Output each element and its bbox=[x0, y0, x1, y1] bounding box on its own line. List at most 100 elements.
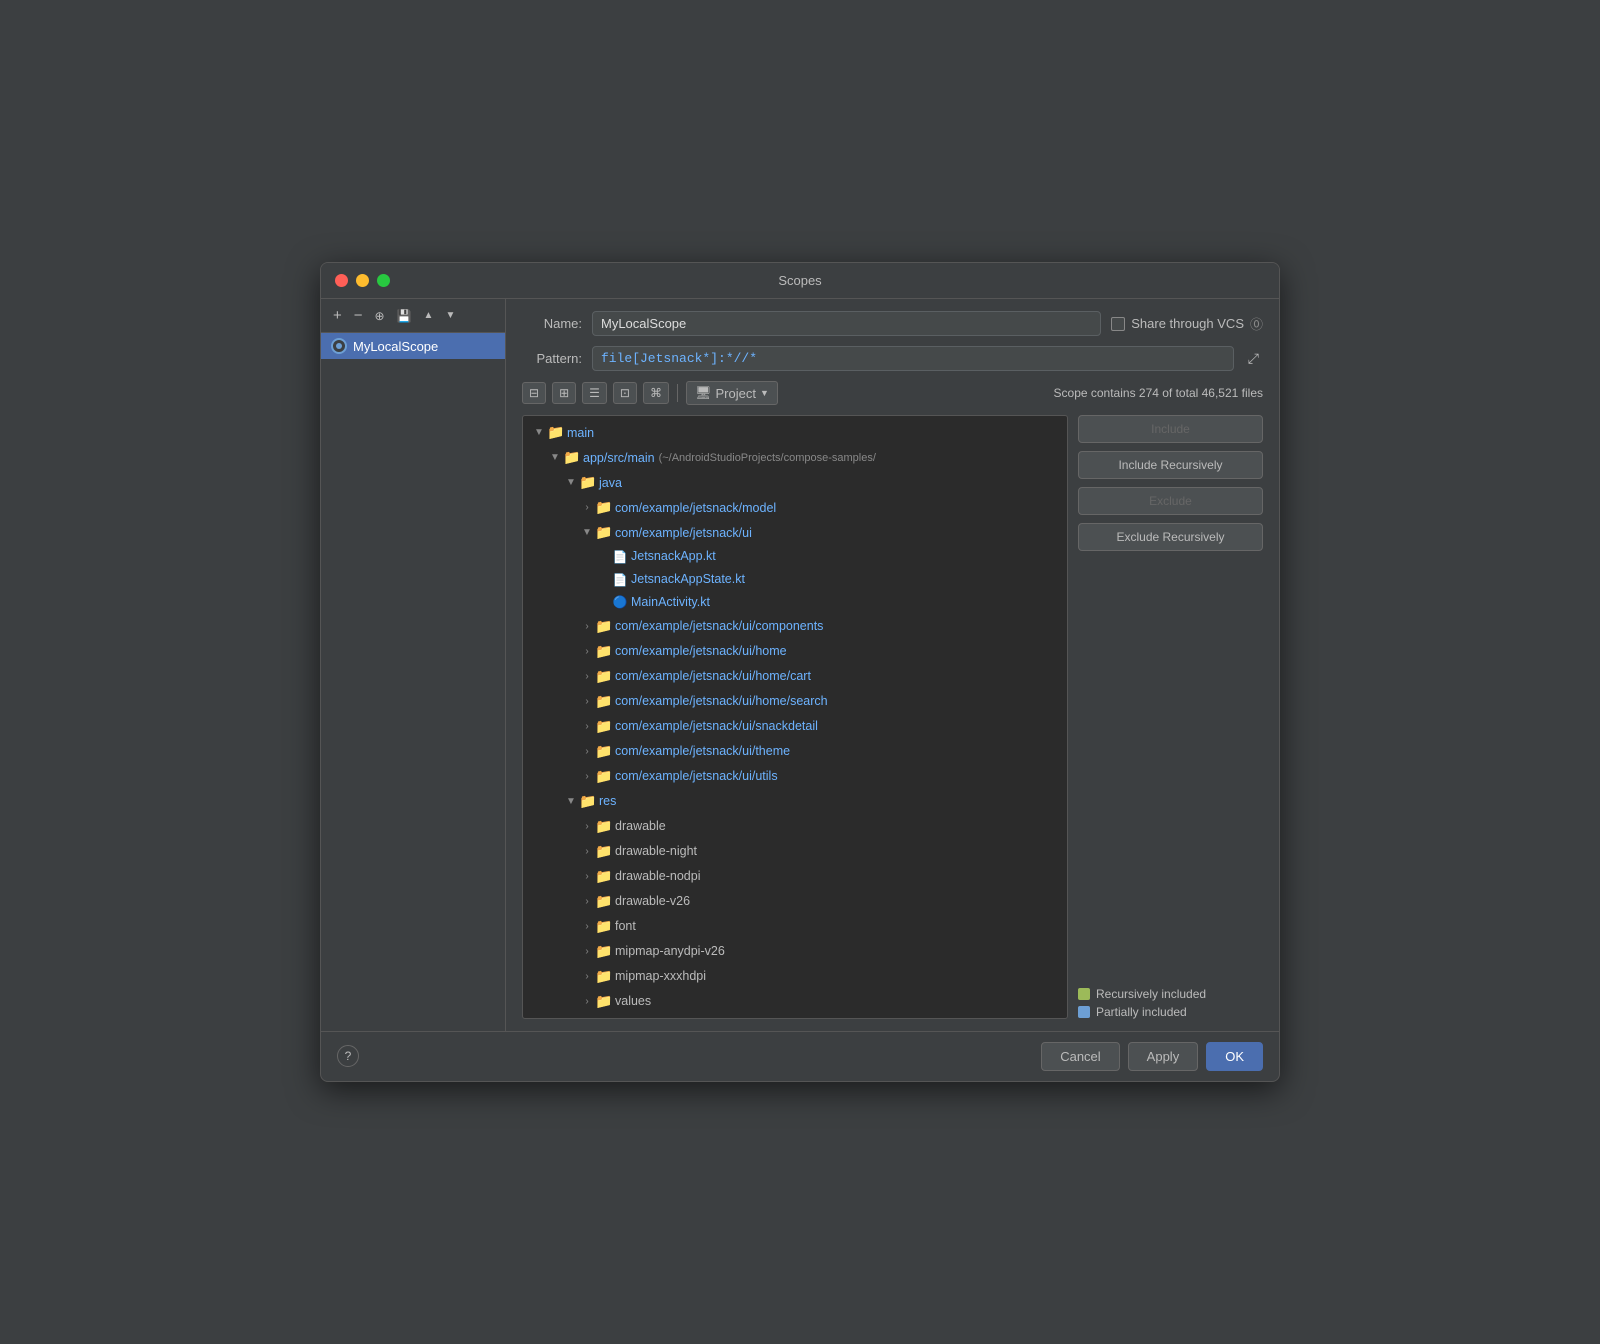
tree-item-label: drawable-night bbox=[615, 842, 697, 861]
tree-row[interactable]: ▼ 📁 res bbox=[523, 789, 1067, 814]
add-icon: + bbox=[333, 307, 342, 324]
file-activity-icon: 🔵 bbox=[611, 593, 629, 611]
dialog-body: + − ⊕ 💾 ▲ ▼ bbox=[321, 299, 1279, 1030]
tree-row[interactable]: › 📁 font bbox=[523, 914, 1067, 939]
minimize-button[interactable] bbox=[356, 274, 369, 287]
folder-icon: 📁 bbox=[595, 941, 613, 962]
name-label: Name: bbox=[522, 316, 582, 331]
help-icon[interactable]: ⓪ bbox=[1250, 314, 1263, 333]
tree-row[interactable]: ▼ 📁 main bbox=[523, 420, 1067, 445]
name-input[interactable] bbox=[592, 311, 1101, 336]
tree-row[interactable]: › 📁 com/example/jetsnack/ui/home bbox=[523, 639, 1067, 664]
expand-arrow-icon: › bbox=[579, 769, 595, 784]
exclude-recursively-button[interactable]: Exclude Recursively bbox=[1078, 523, 1263, 551]
file-kotlin-icon: 📄 bbox=[611, 571, 629, 589]
tree-row[interactable]: › 📁 drawable-nodpi bbox=[523, 864, 1067, 889]
expand-pattern-button[interactable]: ⤢ bbox=[1244, 348, 1263, 369]
tree-row[interactable]: › 📁 mipmap-anydpi-v26 bbox=[523, 939, 1067, 964]
legend-recursively-included-label: Recursively included bbox=[1096, 987, 1206, 1001]
folder-icon: 📁 bbox=[595, 991, 613, 1012]
help-button[interactable]: ? bbox=[337, 1045, 359, 1067]
tree-row[interactable]: 📄 JetsnackAppState.kt bbox=[523, 568, 1067, 591]
close-button[interactable] bbox=[335, 274, 348, 287]
show-files-button[interactable]: ⊡ bbox=[613, 382, 637, 404]
copy-scope-button[interactable]: ⊕ bbox=[371, 307, 389, 325]
folder-icon: 📁 bbox=[595, 766, 613, 787]
folder-icon: 📁 bbox=[595, 497, 613, 518]
cancel-button[interactable]: Cancel bbox=[1041, 1042, 1119, 1071]
include-recursively-button[interactable]: Include Recursively bbox=[1078, 451, 1263, 479]
tree-actions-row: ▼ 📁 main ▼ 📁 app/src/main (~/AndroidStud… bbox=[522, 415, 1263, 1018]
main-content: Name: Share through VCS ⓪ Pattern: ⤢ ⊟ bbox=[506, 299, 1279, 1030]
flatten-button[interactable]: ☰ bbox=[582, 382, 607, 404]
collapse-all-icon: ⊟ bbox=[529, 386, 539, 400]
exclude-button[interactable]: Exclude bbox=[1078, 487, 1263, 515]
project-label: Project bbox=[715, 386, 755, 401]
folder-icon: 📁 bbox=[595, 841, 613, 862]
add-scope-button[interactable]: + bbox=[329, 305, 346, 326]
tree-row[interactable]: › 📁 com/example/jetsnack/ui/snackdetail bbox=[523, 714, 1067, 739]
tree-row[interactable]: › 📁 com/example/jetsnack/ui/home/search bbox=[523, 689, 1067, 714]
tree-row[interactable]: › 📁 drawable-v26 bbox=[523, 889, 1067, 914]
traffic-lights bbox=[335, 274, 390, 287]
tree-row[interactable]: ▼ 📁 app/src/main (~/AndroidStudioProject… bbox=[523, 445, 1067, 470]
sidebar: + − ⊕ 💾 ▲ ▼ bbox=[321, 299, 506, 1030]
move-down-button[interactable]: ▼ bbox=[441, 308, 459, 323]
tree-item-label: drawable-nodpi bbox=[615, 867, 700, 886]
file-tree[interactable]: ▼ 📁 main ▼ 📁 app/src/main (~/AndroidStud… bbox=[522, 415, 1068, 1018]
tree-row[interactable]: › 📁 com/example/jetsnack/ui/utils bbox=[523, 764, 1067, 789]
sidebar-item-myscope[interactable]: MyLocalScope bbox=[321, 333, 505, 359]
tree-row[interactable]: 📄 JetsnackApp.kt bbox=[523, 545, 1067, 568]
save-scope-button[interactable]: 💾 bbox=[393, 307, 416, 325]
tree-row[interactable]: ▼ 📁 com/example/jetsnack/ui bbox=[523, 520, 1067, 545]
tree-item-label: mipmap-xxxhdpi bbox=[615, 967, 706, 986]
save-icon: 💾 bbox=[397, 309, 412, 323]
copy-icon: ⊕ bbox=[375, 309, 385, 323]
sidebar-toolbar: + − ⊕ 💾 ▲ ▼ bbox=[321, 299, 505, 333]
expand-arrow-icon: › bbox=[579, 719, 595, 734]
expand-arrow-icon: › bbox=[579, 819, 595, 834]
tree-toolbar: ⊟ ⊞ ☰ ⊡ ⌘ 🖥 Project ▼ bbox=[522, 381, 1263, 405]
maximize-button[interactable] bbox=[377, 274, 390, 287]
tree-row[interactable]: › 📁 values bbox=[523, 989, 1067, 1014]
tree-row[interactable]: › 📁 com/example/jetsnack/ui/components bbox=[523, 614, 1067, 639]
tree-item-label: com/example/jetsnack/ui/home/cart bbox=[615, 667, 811, 686]
tree-row[interactable]: 🔵 MainActivity.kt bbox=[523, 591, 1067, 614]
tree-item-label: drawable-v26 bbox=[615, 892, 690, 911]
tree-item-label: com/example/jetsnack/ui/components bbox=[615, 617, 823, 636]
filter-button[interactable]: ⌘ bbox=[643, 382, 669, 404]
tree-row[interactable]: › 📁 com/example/jetsnack/ui/home/cart bbox=[523, 664, 1067, 689]
project-dropdown[interactable]: 🖥 Project ▼ bbox=[686, 381, 778, 405]
expand-arrow-icon: › bbox=[579, 869, 595, 884]
files-icon: ⊡ bbox=[620, 386, 630, 400]
tree-item-path: (~/AndroidStudioProjects/compose-samples… bbox=[659, 450, 876, 467]
tree-row[interactable]: ▼ 📁 java bbox=[523, 470, 1067, 495]
tree-row[interactable]: › 📁 com/example/jetsnack/model bbox=[523, 495, 1067, 520]
folder-icon: 📁 bbox=[563, 447, 581, 468]
expand-all-icon: ⊞ bbox=[559, 386, 569, 400]
tree-row[interactable]: › 📁 drawable bbox=[523, 814, 1067, 839]
filter-icon: ⌘ bbox=[650, 386, 662, 400]
expand-arrow-icon: › bbox=[579, 619, 595, 634]
move-up-button[interactable]: ▲ bbox=[420, 308, 438, 323]
tree-row[interactable]: › 📁 drawable-night bbox=[523, 839, 1067, 864]
remove-scope-button[interactable]: − bbox=[350, 305, 367, 326]
share-vcs-checkbox[interactable] bbox=[1111, 317, 1125, 331]
dropdown-arrow-icon: ▼ bbox=[760, 388, 769, 398]
scope-label: MyLocalScope bbox=[353, 339, 438, 354]
file-kotlin-icon: 📄 bbox=[611, 548, 629, 566]
tree-item-label: drawable bbox=[615, 817, 666, 836]
folder-icon: 📁 bbox=[595, 741, 613, 762]
ok-button[interactable]: OK bbox=[1206, 1042, 1263, 1071]
pattern-input[interactable] bbox=[592, 346, 1234, 371]
expand-all-button[interactable]: ⊞ bbox=[552, 382, 576, 404]
tree-row[interactable]: › 📁 mipmap-xxxhdpi bbox=[523, 964, 1067, 989]
apply-button[interactable]: Apply bbox=[1128, 1042, 1199, 1071]
legend-partially-included-label: Partially included bbox=[1096, 1005, 1187, 1019]
collapse-arrow-icon: ▼ bbox=[579, 525, 595, 540]
collapse-all-button[interactable]: ⊟ bbox=[522, 382, 546, 404]
include-button[interactable]: Include bbox=[1078, 415, 1263, 443]
minus-icon: − bbox=[354, 307, 363, 324]
tree-row[interactable]: › 📁 com/example/jetsnack/ui/theme bbox=[523, 739, 1067, 764]
collapse-arrow-icon: ▼ bbox=[563, 794, 579, 809]
